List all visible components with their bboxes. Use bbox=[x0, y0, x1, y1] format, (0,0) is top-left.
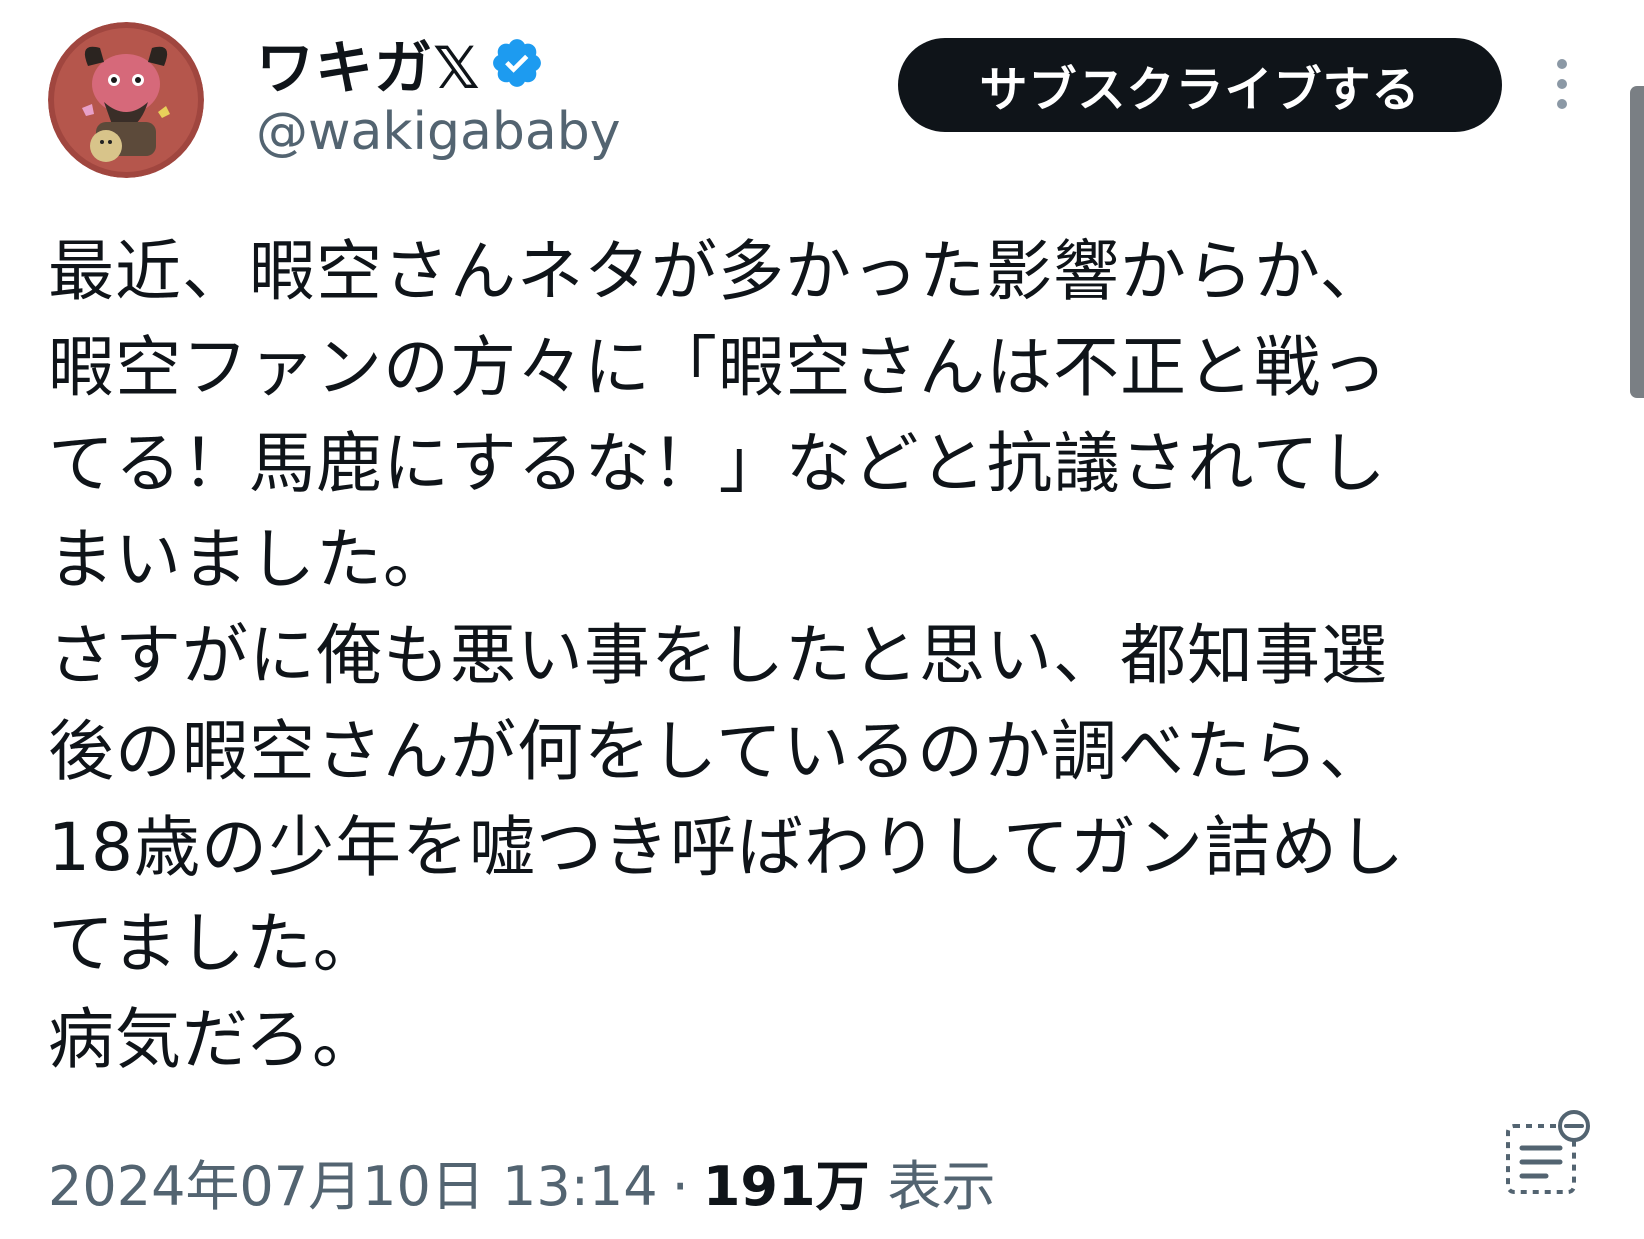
avatar[interactable] bbox=[48, 22, 204, 178]
views-count: 191万 bbox=[702, 1155, 870, 1218]
avatar-illustration bbox=[48, 22, 204, 178]
timestamp[interactable]: 2024年07月10日 13:14 bbox=[48, 1142, 658, 1221]
tweet-text: 最近、暇空さんネタが多かった影響からか、 暇空ファンの方々に「暇空さんは不正と戦… bbox=[48, 233, 1406, 1078]
community-notes-button[interactable] bbox=[1502, 1108, 1594, 1200]
meta-separator: · bbox=[671, 1155, 689, 1218]
subscribe-button[interactable]: サブスクライブする bbox=[898, 38, 1502, 132]
more-vertical-icon bbox=[1557, 59, 1567, 109]
author-handle[interactable]: @wakigababy bbox=[256, 102, 620, 162]
verified-badge-icon[interactable] bbox=[489, 35, 545, 91]
scrollbar[interactable] bbox=[1630, 86, 1644, 398]
tweet-meta: 2024年07月10日 13:14 · 191万 表示 bbox=[48, 1142, 996, 1221]
more-options-button[interactable] bbox=[1544, 54, 1580, 114]
community-notes-icon bbox=[1506, 1110, 1590, 1194]
display-name[interactable]: ワキガ𝕏 bbox=[256, 21, 481, 105]
subscribe-label: サブスクライブする bbox=[979, 62, 1421, 118]
author-name-row[interactable]: ワキガ𝕏 bbox=[256, 28, 545, 102]
views-label: 表示 bbox=[887, 1155, 996, 1218]
